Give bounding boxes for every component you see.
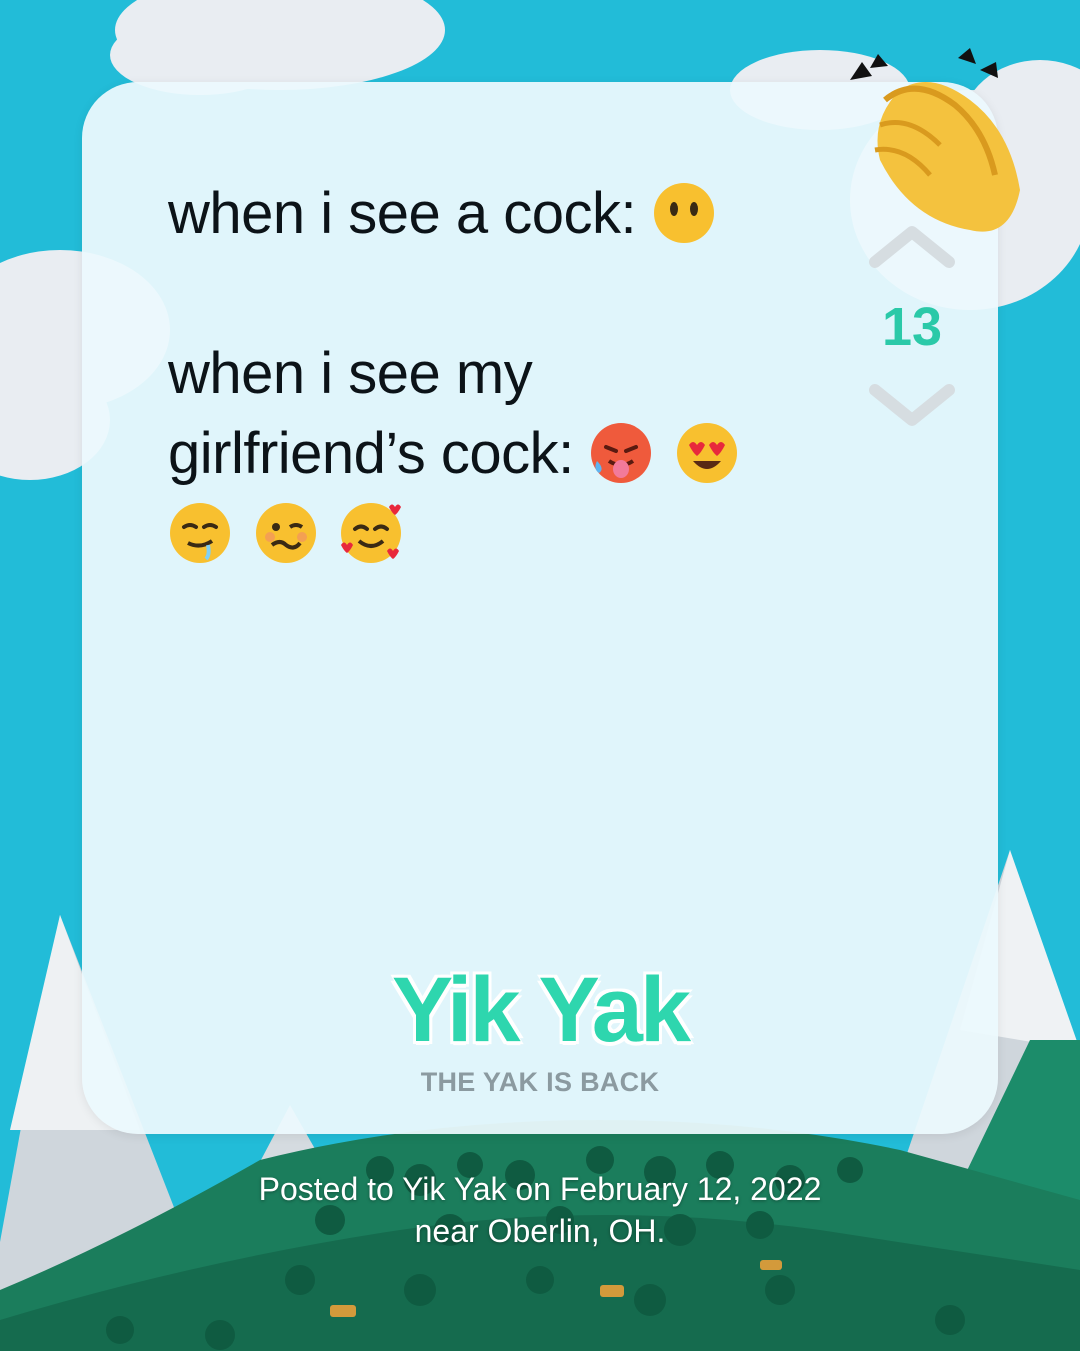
smiling-face-with-hearts-emoji-icon [339,501,403,565]
post-line [168,494,828,574]
post-body: when i see a cock: when i see my girlfri… [168,174,828,574]
post-line: when i see a cock: [168,174,828,254]
downvote-button[interactable] [867,380,957,430]
vote-count: 13 [881,297,943,357]
caption-line-1: Posted to Yik Yak on February 12, 2022 [258,1171,822,1207]
brand-tagline: THE YAK IS BACK [420,1067,660,1097]
vote-widget: 13 [852,222,972,430]
yik-yak-logo: Yik Yak [391,959,691,1061]
hot-face-emoji-icon [589,421,653,485]
clapping-hands-icon [850,48,1020,232]
brand-block: Yik Yak THE YAK IS BACK [82,958,998,1098]
post-caption: Posted to Yik Yak on February 12, 2022 n… [0,1168,1080,1252]
drooling-face-emoji-icon [168,501,232,565]
caption-line-2: near Oberlin, OH. [414,1213,666,1249]
post-text-line-1: when i see a cock: [168,181,637,246]
post-text-line-2: when i see my [168,341,533,406]
no-mouth-face-emoji-icon [652,181,716,245]
woozy-face-emoji-icon [254,501,318,565]
post-text-line-3: girlfriend’s cock: [168,421,574,486]
post-line: girlfriend’s cock: [168,414,828,494]
heart-eyes-emoji-icon [675,421,739,485]
